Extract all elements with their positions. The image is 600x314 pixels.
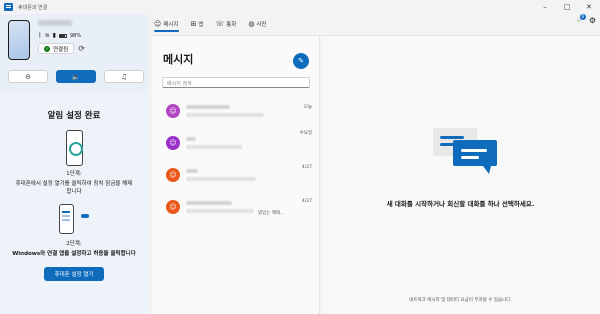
tab-label: 앱 xyxy=(198,21,204,28)
contact-avatar: ☺ xyxy=(166,136,180,150)
device-name xyxy=(38,20,72,26)
gear-icon[interactable]: ⚙ xyxy=(589,16,596,25)
person-icon: ☺ xyxy=(169,107,177,115)
apps-icon: ⊞ xyxy=(190,19,197,28)
device-status-row: ᛒ ≋ ▮ 98% xyxy=(38,32,81,39)
contact-avatar: ☺ xyxy=(166,200,180,214)
messages-title: 메시지 xyxy=(163,53,194,66)
contact-name xyxy=(186,105,230,109)
person-icon: ☺ xyxy=(169,203,177,211)
step1-phone-illustration xyxy=(65,130,83,166)
device-card: ᛒ ≋ ▮ 98% ✓ 연결됨 ⟳ ⊖ 🔈 ♫ xyxy=(0,14,148,91)
refresh-icon[interactable]: ⟳ xyxy=(78,44,85,53)
title-bar: 휴대폰과 연결 – □ ✕ xyxy=(0,0,600,14)
step2-label: 2단계: xyxy=(66,241,82,247)
speaker-icon: 🔈 xyxy=(71,72,81,81)
minimize-button[interactable]: – xyxy=(534,0,556,14)
maximize-button[interactable]: □ xyxy=(556,0,578,14)
battery-level: 98% xyxy=(69,32,82,39)
wifi-icon: ≋ xyxy=(44,32,50,39)
do-not-disturb-button[interactable]: ⊖ xyxy=(8,70,48,83)
tab-apps[interactable]: ⊞ 앱 xyxy=(189,14,206,33)
connection-status-badge: ✓ 연결됨 xyxy=(38,43,75,54)
open-phone-settings-button[interactable]: 휴대폰 설정 열기 xyxy=(44,267,104,281)
chat-icon: ☺ xyxy=(154,19,162,28)
app-icon xyxy=(4,3,13,11)
contact-avatar: ☺ xyxy=(166,168,180,182)
tab-label: 통화 xyxy=(226,21,237,28)
window-controls: – □ ✕ xyxy=(534,0,600,14)
message-preview xyxy=(186,145,242,149)
connection-row: ✓ 연결됨 ⟳ xyxy=(38,43,85,54)
chat-bubbles-icon xyxy=(433,128,497,174)
carrier-charges-note: 네트워크 메시지 및 데이터 요금이 부과될 수 있습니다. xyxy=(409,298,512,303)
empty-state-message: 새 대화를 시작하거나 회신할 대화를 하나 선택하세요. xyxy=(386,200,535,208)
notification-badge: 6 xyxy=(579,13,586,20)
step2-description: Windows와 연결 앱을 설정하고 허용을 클릭합니다 xyxy=(12,251,136,257)
tab-photos[interactable]: ◍ 사진 xyxy=(246,14,268,33)
toggle-icon xyxy=(81,214,89,218)
music-button[interactable]: ♫ xyxy=(104,70,144,83)
photos-icon: ◍ xyxy=(248,19,255,28)
message-time: 오늘 xyxy=(303,105,312,110)
contact-name xyxy=(186,137,196,141)
music-icon: ♫ xyxy=(120,72,128,81)
step2-phone-illustration xyxy=(59,204,89,236)
compose-button[interactable]: ✎ xyxy=(293,53,309,69)
close-button[interactable]: ✕ xyxy=(578,0,600,14)
battery-icon xyxy=(58,33,67,38)
tab-messages[interactable]: ☺ 메시지 xyxy=(152,14,181,33)
contact-avatar: ☺ xyxy=(166,104,180,118)
contact-name xyxy=(186,201,232,205)
phone-image xyxy=(8,20,30,60)
main-tabs: ☺ 메시지 ⊞ 앱 ☏ 통화 ◍ 사진 xyxy=(152,14,269,33)
conversation-view: 새 대화를 시작하거나 회신할 대화를 하나 선택하세요. 네트워크 메시지 및… xyxy=(321,35,600,314)
message-time: 4/27 xyxy=(301,199,312,204)
device-panel: ᛒ ≋ ▮ 98% ✓ 연결됨 ⟳ ⊖ 🔈 ♫ 알림 설정 완료 1단계: 휴대… xyxy=(0,14,148,314)
tab-calls[interactable]: ☏ 통화 xyxy=(213,14,238,33)
connection-status: 연결됨 xyxy=(53,46,69,53)
message-time: 4/27 xyxy=(301,165,312,170)
notifications-button[interactable]: ⁘ 6 xyxy=(576,13,586,25)
audio-mode-toggles: ⊖ 🔈 ♫ xyxy=(8,70,144,83)
conversation-item[interactable]: ☺ 4/27 였있는 혜택... xyxy=(152,192,320,230)
setup-title: 알림 설정 완료 xyxy=(47,111,101,121)
message-preview xyxy=(186,113,264,117)
message-preview-blurred xyxy=(186,209,254,213)
phone-icon: ☏ xyxy=(215,19,225,28)
window-title: 휴대폰과 연결 xyxy=(18,4,48,11)
message-time: 수요일 xyxy=(299,131,312,136)
tab-label: 메시지 xyxy=(163,21,179,28)
person-icon: ☺ xyxy=(169,171,177,179)
message-preview: 였있는 혜택... xyxy=(258,211,285,216)
message-preview xyxy=(186,177,256,181)
signal-icon: ▮ xyxy=(52,32,56,39)
speaker-button[interactable]: 🔈 xyxy=(56,70,96,83)
tab-label: 사진 xyxy=(256,21,267,28)
bluetooth-icon: ᛒ xyxy=(38,32,42,39)
messages-panel: 메시지 ✎ 메시지 검색 ☺ 오늘 ☺ 수요일 ☺ 4/27 ☺ 4/27 였있… xyxy=(152,35,320,314)
step1-label: 1단계: xyxy=(66,171,82,177)
check-icon: ✓ xyxy=(44,45,50,52)
notification-setup: 알림 설정 완료 1단계: 휴대폰에서 설정 열기를 클릭하여 장치 잠금을 해… xyxy=(0,109,148,281)
person-icon: ☺ xyxy=(169,139,177,147)
contact-name xyxy=(186,169,198,173)
search-input[interactable]: 메시지 검색 xyxy=(162,77,310,88)
do-not-disturb-icon: ⊖ xyxy=(25,72,31,81)
step1-description: 휴대폰에서 설정 열기를 클릭하여 장치 잠금을 해제합니다 xyxy=(15,181,133,195)
top-right-actions: ⁘ 6 ⚙ xyxy=(576,13,596,25)
compose-icon: ✎ xyxy=(298,57,304,65)
